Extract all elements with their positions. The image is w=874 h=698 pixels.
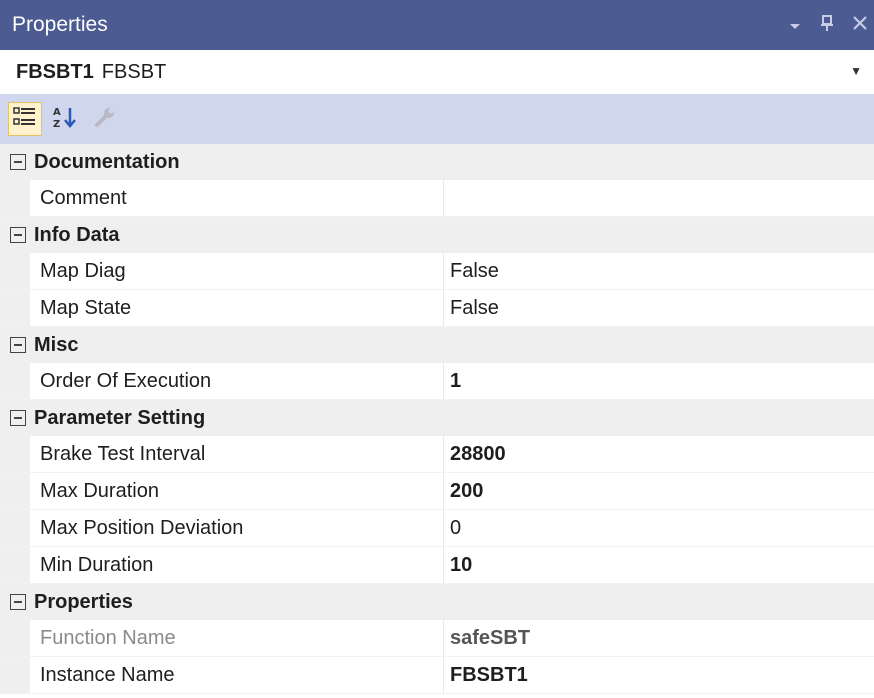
property-value[interactable]: 28800 bbox=[444, 436, 874, 472]
properties-toolbar: A Z bbox=[0, 94, 874, 144]
categorized-icon bbox=[13, 106, 37, 133]
alphabetical-button[interactable]: A Z bbox=[48, 102, 82, 136]
category-label: Info Data bbox=[34, 223, 120, 246]
property-name: Max Duration bbox=[30, 473, 444, 509]
collapse-icon[interactable] bbox=[10, 154, 26, 170]
row-gutter bbox=[0, 473, 30, 509]
category-label: Documentation bbox=[34, 150, 180, 173]
property-row[interactable]: Comment bbox=[0, 180, 874, 217]
property-name: Min Duration bbox=[30, 547, 444, 583]
row-gutter bbox=[0, 436, 30, 472]
row-gutter bbox=[0, 510, 30, 546]
property-name: Instance Name bbox=[30, 657, 444, 693]
property-row[interactable]: Max Duration 200 bbox=[0, 473, 874, 510]
category-label: Properties bbox=[34, 590, 133, 613]
row-gutter bbox=[0, 363, 30, 399]
property-name: Comment bbox=[30, 180, 444, 216]
property-value[interactable]: 200 bbox=[444, 473, 874, 509]
category-row[interactable]: Parameter Setting bbox=[0, 400, 874, 436]
property-row[interactable]: Brake Test Interval 28800 bbox=[0, 436, 874, 473]
property-value[interactable]: 0 bbox=[444, 510, 874, 546]
property-row[interactable]: Min Duration 10 bbox=[0, 547, 874, 584]
collapse-icon[interactable] bbox=[10, 410, 26, 426]
wrench-icon bbox=[93, 105, 117, 134]
dropdown-icon[interactable] bbox=[788, 15, 802, 36]
property-value: safeSBT bbox=[450, 626, 531, 649]
properties-titlebar: Properties bbox=[0, 0, 874, 50]
category-row[interactable]: Properties bbox=[0, 584, 874, 620]
property-row[interactable]: Function Name safeSBT bbox=[0, 620, 874, 657]
property-name: Max Position Deviation bbox=[30, 510, 444, 546]
svg-text:A: A bbox=[53, 107, 61, 118]
property-value[interactable]: 1 bbox=[444, 363, 874, 399]
property-value[interactable]: FBSBT1 bbox=[444, 657, 874, 693]
svg-text:Z: Z bbox=[53, 119, 60, 129]
collapse-icon[interactable] bbox=[10, 594, 26, 610]
property-row[interactable]: Order Of Execution 1 bbox=[0, 363, 874, 400]
property-row[interactable]: Map State False bbox=[0, 290, 874, 327]
object-selector[interactable]: FBSBT1 FBSBT ▼ bbox=[0, 50, 874, 94]
categorized-button[interactable] bbox=[8, 102, 42, 136]
property-row[interactable]: Instance Name FBSBT1 bbox=[0, 657, 874, 694]
collapse-icon[interactable] bbox=[10, 227, 26, 243]
property-row[interactable]: Max Position Deviation 0 bbox=[0, 510, 874, 547]
alphabetical-sort-icon: A Z bbox=[52, 105, 78, 134]
close-icon[interactable] bbox=[852, 15, 868, 36]
property-name: Map Diag bbox=[30, 253, 444, 289]
property-row[interactable]: Map Diag False bbox=[0, 253, 874, 290]
object-type: FBSBT bbox=[101, 60, 167, 83]
row-gutter bbox=[0, 290, 30, 326]
category-label: Misc bbox=[34, 333, 79, 356]
row-gutter bbox=[0, 180, 30, 216]
category-row[interactable]: Documentation bbox=[0, 144, 874, 180]
category-label: Parameter Setting bbox=[34, 406, 206, 429]
property-grid: Documentation Comment Info Data Map Diag Fal… bbox=[0, 144, 874, 694]
property-value[interactable]: False bbox=[444, 290, 874, 326]
property-value[interactable] bbox=[444, 180, 874, 216]
object-name: FBSBT1 bbox=[16, 60, 94, 83]
window-title: Properties bbox=[12, 13, 108, 36]
category-row[interactable]: Misc bbox=[0, 327, 874, 363]
pin-icon[interactable] bbox=[820, 14, 834, 37]
chevron-down-icon[interactable]: ▼ bbox=[850, 64, 862, 78]
row-gutter bbox=[0, 253, 30, 289]
window-controls bbox=[788, 0, 868, 50]
category-row[interactable]: Info Data bbox=[0, 217, 874, 253]
property-value[interactable]: 10 bbox=[444, 547, 874, 583]
row-gutter bbox=[0, 657, 30, 693]
property-value[interactable]: False bbox=[444, 253, 874, 289]
property-name: Map State bbox=[30, 290, 444, 326]
row-gutter bbox=[0, 620, 30, 656]
collapse-icon[interactable] bbox=[10, 337, 26, 353]
property-name: Brake Test Interval bbox=[30, 436, 444, 472]
row-gutter bbox=[0, 547, 30, 583]
property-pages-button[interactable] bbox=[88, 102, 122, 136]
property-name: Order Of Execution bbox=[30, 363, 444, 399]
property-name: Function Name bbox=[30, 620, 444, 656]
